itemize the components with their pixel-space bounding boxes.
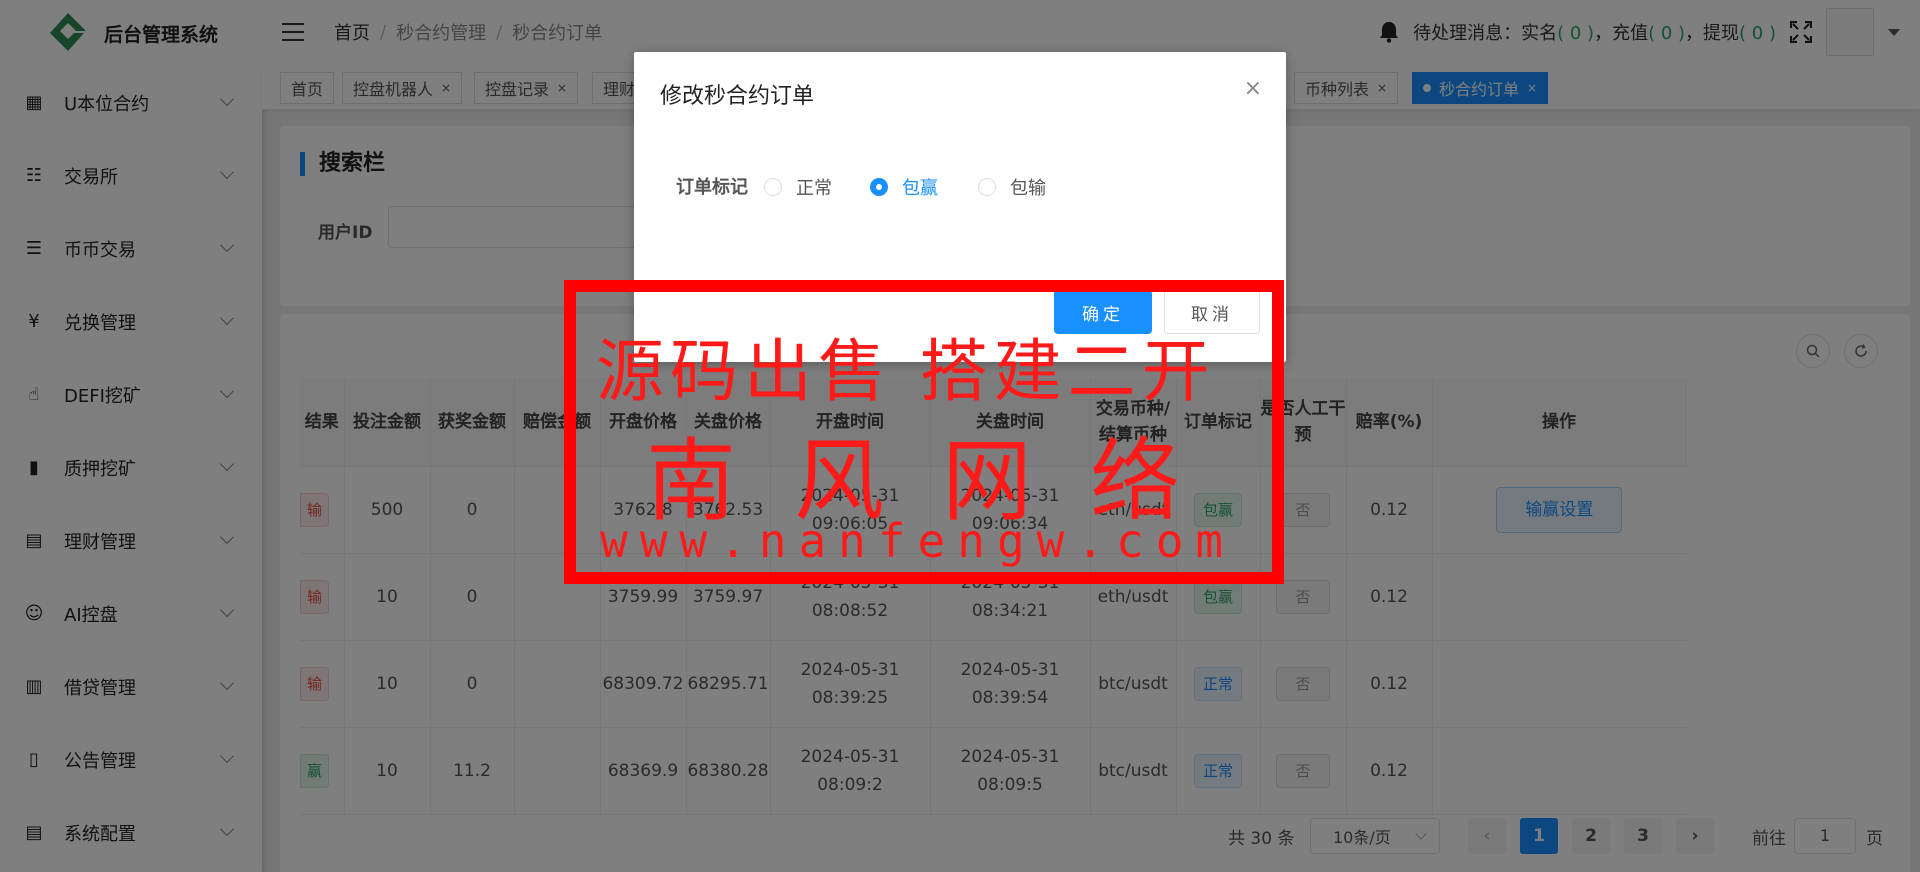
watermark-line3: www.nanfengw.com <box>600 514 1236 568</box>
radio-circle <box>870 178 888 196</box>
watermark: 源码出售 搭建二开 南风网络 www.nanfengw.com <box>564 280 1284 584</box>
radio-circle <box>978 178 996 196</box>
close-icon[interactable]: × <box>1244 76 1262 101</box>
radio-guaranteed-loss[interactable]: 包输 <box>978 174 1046 200</box>
dialog-title: 修改秒合约订单 <box>660 84 815 109</box>
watermark-line1: 源码出售 搭建二开 <box>596 333 1216 412</box>
radio-label: 正常 <box>796 178 832 199</box>
order-mark-label: 订单标记 <box>676 177 748 198</box>
radio-label: 包输 <box>1010 178 1046 199</box>
radio-guaranteed-win[interactable]: 包赢 <box>870 174 938 200</box>
radio-normal[interactable]: 正常 <box>764 174 832 200</box>
radio-label: 包赢 <box>902 178 938 199</box>
radio-circle <box>764 178 782 196</box>
